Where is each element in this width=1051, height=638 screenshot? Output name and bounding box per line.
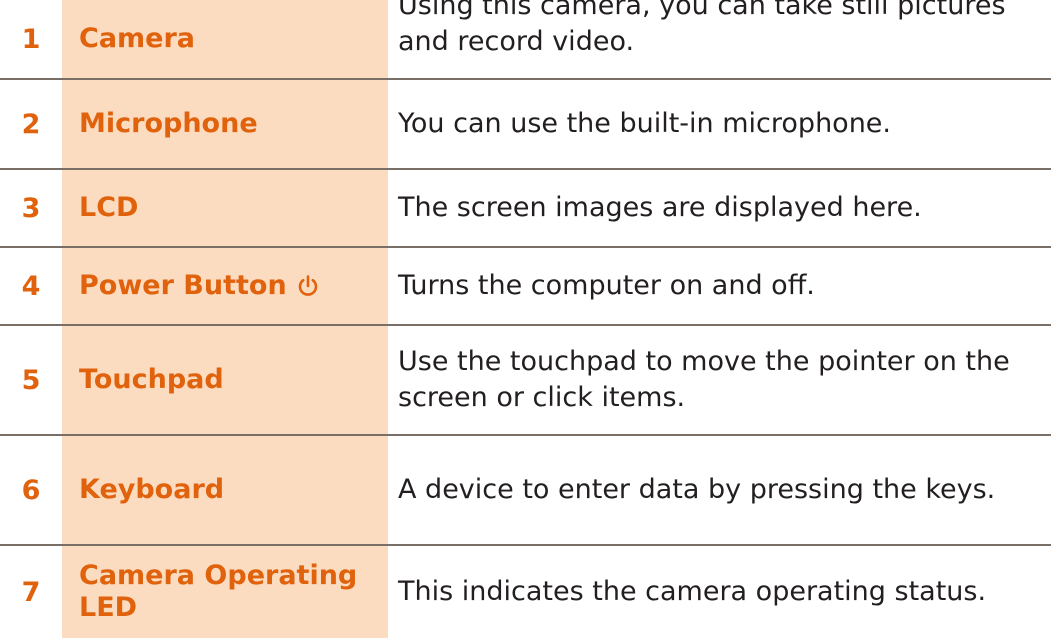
row-description: Use the touchpad to move the pointer on … — [398, 346, 1010, 413]
row-description: You can use the built-in microphone. — [398, 108, 892, 139]
row-label-text: Touchpad — [79, 364, 224, 395]
row-description: The screen images are displayed here. — [398, 192, 922, 223]
table-row: 7 Camera Operating LED This indicates th… — [0, 546, 1051, 638]
row-label-text: Power Button — [79, 270, 287, 301]
row-number: 3 — [21, 192, 41, 224]
row-description: Using this camera, you can take still pi… — [398, 0, 1006, 57]
row-label: LCD — [62, 170, 388, 246]
row-number: 1 — [21, 23, 41, 55]
row-label-text: Camera Operating LED — [79, 560, 358, 623]
power-icon — [296, 274, 320, 298]
row-number: 2 — [21, 108, 41, 140]
row-label-text: LCD — [79, 192, 139, 223]
row-label-text: Keyboard — [79, 474, 225, 505]
row-number: 4 — [21, 270, 41, 302]
row-number: 6 — [21, 474, 41, 506]
table-row: 5 Touchpad Use the touchpad to move the … — [0, 326, 1051, 436]
row-label-text: Microphone — [79, 108, 258, 139]
table-row: 6 Keyboard A device to enter data by pre… — [0, 436, 1051, 546]
row-description: This indicates the camera operating stat… — [398, 576, 987, 607]
table-row: 1 Camera Using this camera, you can take… — [0, 0, 1051, 80]
table-row: 2 Microphone You can use the built-in mi… — [0, 80, 1051, 170]
table-row: 4 Power Button Turns the computer on and… — [0, 248, 1051, 326]
row-description: A device to enter data by pressing the k… — [398, 474, 996, 505]
table-row: 3 LCD The screen images are displayed he… — [0, 170, 1051, 248]
component-table: 1 Camera Using this camera, you can take… — [0, 0, 1051, 638]
row-label-text: Camera — [79, 23, 196, 54]
row-description: Turns the computer on and off. — [398, 270, 815, 301]
row-number: 5 — [21, 364, 41, 396]
row-label: Touchpad — [62, 326, 388, 434]
row-label: Microphone — [62, 80, 388, 168]
row-label: Power Button — [62, 248, 388, 324]
row-number: 7 — [21, 576, 41, 608]
row-label: Camera — [62, 0, 388, 78]
row-label: Camera Operating LED — [62, 546, 388, 638]
row-label: Keyboard — [62, 436, 388, 544]
